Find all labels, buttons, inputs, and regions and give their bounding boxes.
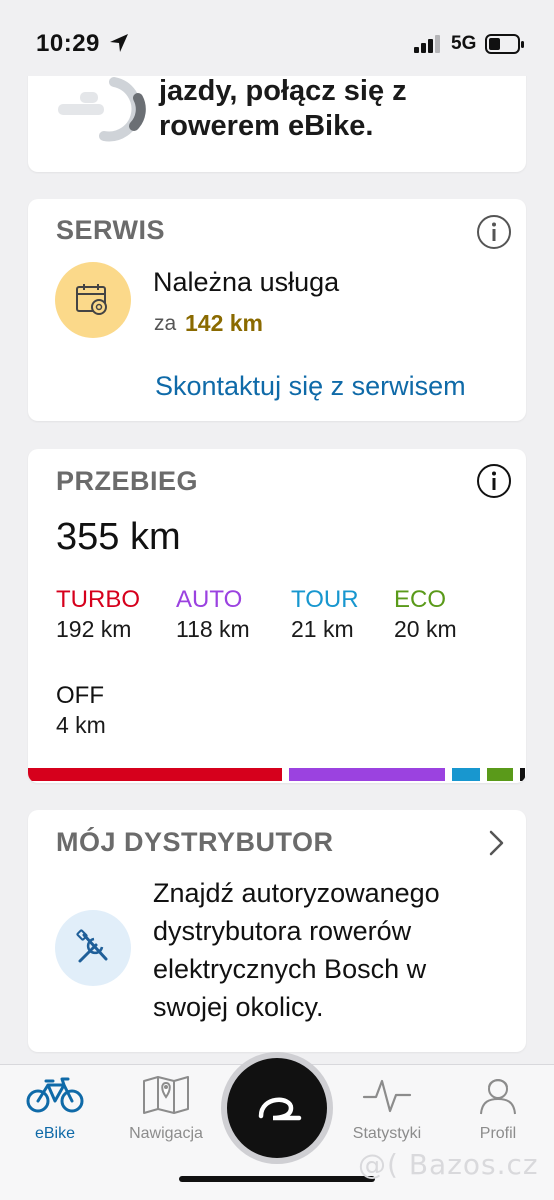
- mileage-bar-segment-off: [520, 768, 525, 781]
- service-item-title: Należna usługa: [153, 267, 340, 297]
- connect-center-button[interactable]: [221, 1052, 333, 1164]
- mode-off: OFF 4 km: [56, 682, 106, 739]
- mode-auto: AUTO 118 km: [176, 586, 250, 643]
- mode-tour: TOUR 21 km: [291, 586, 359, 643]
- network-type: 5G: [451, 33, 477, 54]
- mode-name: TOUR: [291, 586, 359, 613]
- mileage-bar-segment-eco: [487, 768, 513, 781]
- mode-value: 20 km: [394, 616, 457, 642]
- info-icon[interactable]: [476, 463, 512, 499]
- signal-icon: [414, 35, 440, 53]
- mode-name: AUTO: [176, 586, 243, 613]
- activity-icon: [362, 1079, 412, 1113]
- service-prefix: za: [154, 312, 177, 335]
- mileage-bar-segment-auto: [289, 768, 445, 781]
- service-icon-circle: [55, 262, 131, 338]
- status-bar: 10:29 5G: [0, 0, 554, 76]
- bike-icon: [26, 1077, 84, 1113]
- mileage-bar-segment-turbo: [28, 768, 282, 781]
- bosch-logo-icon: [258, 1097, 302, 1121]
- status-time: 10:29: [36, 30, 100, 57]
- mileage-title: PRZEBIEG: [56, 466, 199, 496]
- tab-label: Profil: [479, 1125, 517, 1142]
- mode-name: ECO: [394, 586, 447, 613]
- mode-value: 118 km: [176, 616, 250, 642]
- dealer-icon-circle: [55, 910, 131, 986]
- mode-name: OFF: [56, 682, 104, 709]
- watermark: @( Bazos.cz: [358, 1148, 539, 1181]
- map-icon: [143, 1076, 189, 1114]
- chevron-right-icon[interactable]: [484, 829, 508, 857]
- info-icon[interactable]: [476, 214, 512, 250]
- mode-value: 21 km: [291, 616, 354, 642]
- service-distance: 142 km: [185, 310, 264, 336]
- tab-ebike[interactable]: eBike: [0, 1075, 110, 1143]
- tab-statistics[interactable]: Statystyki: [332, 1075, 442, 1143]
- connect-text: jazdy, połącz się z rowerem eBike.: [159, 75, 407, 142]
- tools-icon: [76, 929, 108, 963]
- profile-icon: [480, 1079, 516, 1115]
- tab-profile[interactable]: Profil: [443, 1075, 553, 1143]
- calendar-gear-icon: [76, 284, 107, 315]
- mileage-bar-segment-tour: [452, 768, 480, 781]
- total-mileage: 355 km: [56, 516, 181, 558]
- battery-icon: [485, 34, 524, 54]
- dealer-text: Znajdź autoryzowanego dystrybutora rower…: [153, 878, 440, 1022]
- service-title: SERWIS: [56, 215, 166, 245]
- tab-label: Statystyki: [352, 1125, 422, 1142]
- home-indicator[interactable]: [179, 1176, 375, 1182]
- location-arrow-icon: [110, 34, 128, 52]
- dealer-title: MÓJ DYSTRYBUTOR: [56, 827, 334, 857]
- mileage-card: PRZEBIEG 355 km TURBO 192 km AUTO 118 km…: [28, 449, 526, 783]
- mode-value: 4 km: [56, 712, 106, 738]
- mode-eco: ECO 20 km: [394, 586, 457, 643]
- tab-navigation[interactable]: Nawigacja: [111, 1075, 221, 1143]
- service-card: SERWIS Należna usługa za 142 km Skontakt…: [28, 199, 526, 421]
- mode-value: 192 km: [56, 616, 132, 642]
- tab-label: eBike: [34, 1125, 76, 1142]
- mode-name: TURBO: [56, 586, 140, 613]
- tab-label: Nawigacja: [129, 1125, 203, 1142]
- dealer-card[interactable]: MÓJ DYSTRYBUTOR Znajdź autoryzowanego dy…: [28, 810, 526, 1052]
- mode-turbo: TURBO 192 km: [56, 586, 140, 643]
- contact-service-link[interactable]: Skontaktuj się z serwisem: [155, 371, 466, 402]
